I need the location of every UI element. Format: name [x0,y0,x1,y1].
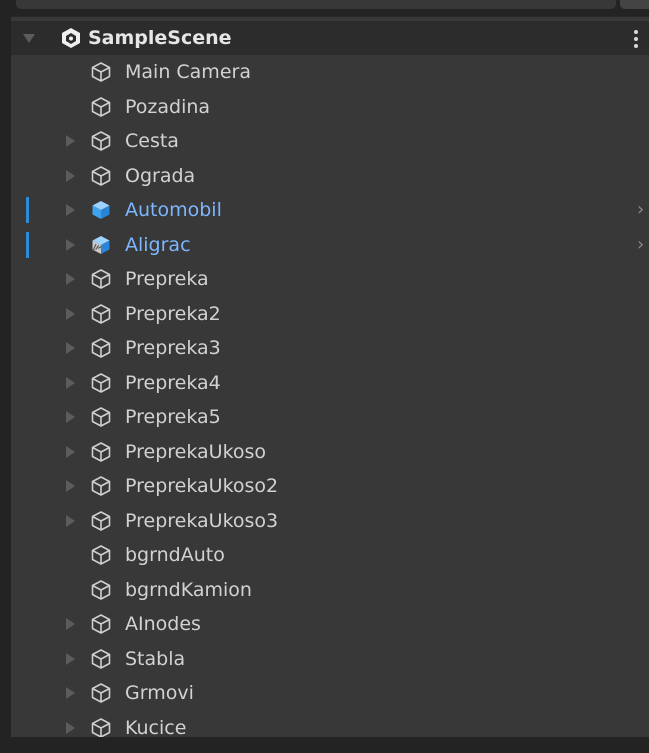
hierarchy-item[interactable]: Grmovi [11,676,649,710]
gameobject-icon [91,717,111,738]
kebab-menu-icon[interactable] [634,30,638,48]
expand-arrow-icon[interactable] [66,135,75,147]
hierarchy-item[interactable]: Automobil › [11,193,649,227]
scene-row[interactable]: SampleScene [11,21,649,55]
hierarchy-item[interactable]: PreprekaUkoso3 [11,504,649,538]
hierarchy-item-label: Automobil [125,199,222,221]
gameobject-icon [91,441,111,462]
expand-arrow-icon[interactable] [66,445,75,458]
hierarchy-item[interactable]: Cesta [11,124,649,158]
gameobject-icon [91,131,111,151]
hierarchy-item-label: Stabla [125,647,186,670]
hierarchy-item-label: Cesta [125,130,179,152]
hierarchy-item-label: Main Camera [125,61,251,83]
hierarchy-item[interactable]: Prepreka5 [11,400,649,434]
hierarchy-item[interactable]: Aligrac › [11,228,649,262]
hierarchy-item-label: PreprekaUkoso3 [125,509,279,532]
hierarchy-item[interactable]: Prepreka2 [11,297,649,331]
gameobject-icon [91,407,111,427]
expand-arrow-icon[interactable] [66,721,75,734]
open-prefab-chevron-icon[interactable]: › [637,228,644,262]
expand-arrow-icon[interactable] [66,618,75,630]
toolbar-corner [620,0,649,9]
gameobject-icon [91,338,111,358]
collapse-arrow-icon[interactable] [23,34,35,43]
hierarchy-item-label: Prepreka5 [125,406,221,428]
hierarchy-item-label: PreprekaUkoso [125,440,267,463]
hierarchy-item[interactable]: Pozadina [11,90,649,124]
gameobject-icon [91,372,111,393]
hierarchy-item-label: Prepreka [125,268,209,290]
hierarchy-item[interactable]: Ograda [11,159,649,193]
gameobject-icon [91,303,111,324]
prefab-variant-icon [92,235,110,254]
expand-arrow-icon[interactable] [66,376,75,389]
override-indicator [26,197,29,223]
hierarchy-item-label: PreprekaUkoso2 [125,475,279,497]
hierarchy-item-label: Prepreka2 [125,302,221,325]
expand-arrow-icon[interactable] [66,273,75,285]
gameobject-icon [91,683,111,703]
hierarchy-item[interactable]: Main Camera [11,55,649,89]
hierarchy-item[interactable]: bgrndKamion [11,573,649,607]
gameobject-icon [91,476,111,496]
gameobject-icon [91,96,111,117]
hierarchy-item-label: Prepreka3 [125,337,221,359]
hierarchy-item-label: Aligrac [125,233,191,256]
hierarchy-item-label: Grmovi [125,682,194,704]
hierarchy-item-label: AInodes [125,613,201,635]
window-bottom-edge [0,737,649,753]
gameobject-icon [91,545,111,565]
window-edge [0,0,11,753]
gameobject-icon [91,269,111,289]
hierarchy-item[interactable]: Prepreka3 [11,331,649,365]
expand-arrow-icon[interactable] [66,480,75,492]
gameobject-icon [91,648,111,669]
expand-arrow-icon[interactable] [66,169,75,182]
unity-scene-icon [62,28,80,48]
gameobject-icon [91,510,111,531]
override-indicator [26,231,29,258]
expand-arrow-icon[interactable] [66,342,75,354]
hierarchy-window: SampleScene Main Camera Pozadina Cesta Ogra… [0,0,649,753]
hierarchy-item[interactable]: PreprekaUkoso [11,435,649,469]
hierarchy-item[interactable]: bgrndAuto [11,538,649,572]
expand-arrow-icon[interactable] [66,687,75,699]
expand-arrow-icon[interactable] [66,652,75,665]
gameobject-icon [91,62,111,82]
expand-arrow-icon[interactable] [66,204,75,216]
hierarchy-item[interactable]: AInodes [11,607,649,641]
hierarchy-item-label: bgrndAuto [125,544,225,566]
hierarchy-item[interactable]: Prepreka [11,262,649,296]
open-prefab-chevron-icon[interactable]: › [637,193,644,227]
hierarchy-item-label: Pozadina [125,95,211,118]
hierarchy-item-label: Ograda [125,164,196,187]
prefab-icon [92,201,110,219]
gameobject-icon [91,165,111,186]
gameobject-icon [91,614,111,634]
expand-arrow-icon[interactable] [66,238,75,251]
hierarchy-item[interactable]: Prepreka4 [11,366,649,400]
gameobject-icon [91,579,111,600]
hierarchy-item-label: bgrndKamion [125,578,252,601]
scene-name: SampleScene [88,27,232,49]
expand-arrow-icon[interactable] [66,307,75,320]
expand-arrow-icon[interactable] [66,411,75,423]
window-top-edge [0,0,649,16]
hierarchy-item-label: Prepreka4 [125,371,221,394]
hierarchy-item[interactable]: Stabla [11,642,649,676]
toolbar-strip [16,0,616,9]
hierarchy-item[interactable]: PreprekaUkoso2 [11,469,649,503]
hierarchy-tree: SampleScene Main Camera Pozadina Cesta Ogra… [11,17,649,739]
expand-arrow-icon[interactable] [66,514,75,527]
